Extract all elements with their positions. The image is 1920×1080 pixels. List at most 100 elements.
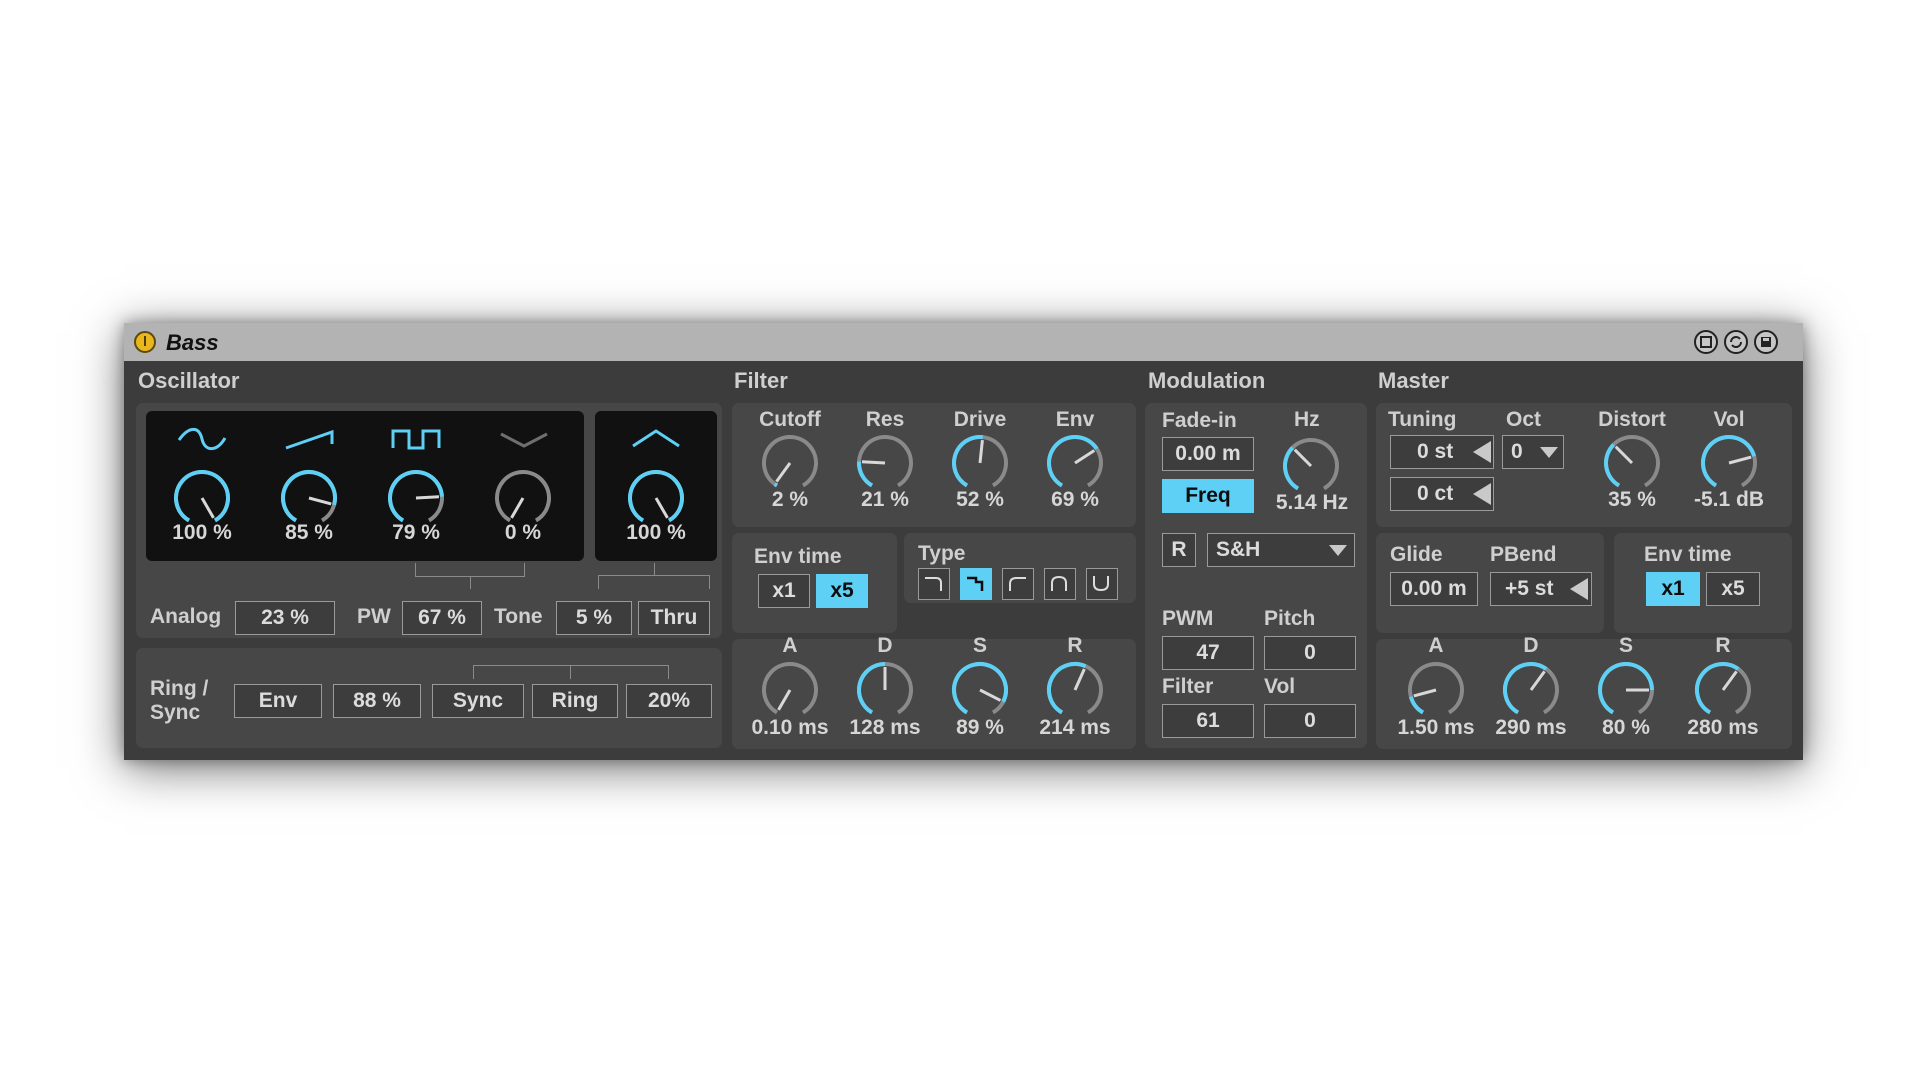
osc-level-knob-2-level-arc (281, 470, 337, 523)
lfo-rate-knob-pointer (1293, 448, 1313, 468)
filter-env-label: Env (1055, 408, 1095, 431)
amp-env-a-knob-pointer (1413, 688, 1437, 698)
ring-sync-label-2: Sync (150, 701, 201, 724)
lowpass-filter-icon[interactable] (918, 568, 950, 600)
master-section-title: Master (1378, 368, 1449, 393)
pitch-bend-label: PBend (1490, 543, 1557, 566)
filter-res-knob[interactable] (853, 431, 917, 495)
ring-amount-field[interactable]: 20% (626, 684, 712, 718)
amp-env-r-knob-level-arc (1695, 662, 1740, 715)
master-env-time-x5[interactable]: x5 (1706, 572, 1760, 606)
filter-env-d-knob[interactable] (853, 658, 917, 722)
amp-env-a-knob[interactable] (1404, 658, 1468, 722)
amp-env-s-value: 80 % (1602, 716, 1650, 739)
amp-env-r-knob[interactable] (1691, 658, 1755, 722)
osc-level-value-4: 0 % (504, 521, 542, 544)
filter-drive-knob-pointer (978, 439, 984, 464)
lowpass-24-filter-icon[interactable] (960, 568, 992, 600)
pw-bracket (415, 563, 525, 577)
filter-env-s-knob[interactable] (948, 658, 1012, 722)
tone-value-field[interactable]: 5 % (556, 601, 632, 635)
device-title-bar: Bass (124, 323, 1803, 361)
distort-knob[interactable] (1600, 431, 1664, 495)
amp-env-d-value: 290 ms (1495, 716, 1567, 739)
saw-wave-icon (285, 429, 334, 450)
filter-env-r-knob[interactable] (1043, 658, 1107, 722)
glide-value-field[interactable]: 0.00 m (1390, 572, 1478, 606)
filter-drive-knob[interactable] (948, 431, 1012, 495)
osc-level-value-2: 85 % (285, 521, 333, 544)
sub-wave-icon (632, 429, 680, 448)
device-name: Bass (166, 330, 219, 355)
filter-mod-label: Filter (1162, 675, 1214, 698)
amp-env-a-label: A (1428, 634, 1444, 657)
filter-env-knob[interactable] (1043, 431, 1107, 495)
amp-env-d-knob[interactable] (1499, 658, 1563, 722)
amp-env-s-label: S (1618, 634, 1633, 657)
pitch-label: Pitch (1264, 607, 1316, 630)
filter-type-selector (918, 568, 1128, 600)
notch-filter-icon[interactable] (1086, 568, 1118, 600)
sine-wave-icon (177, 427, 227, 451)
bandpass-filter-icon[interactable] (1044, 568, 1076, 600)
hotswap-icon[interactable] (1694, 330, 1718, 354)
filter-cutoff-knob[interactable] (758, 431, 822, 495)
lfo-freq-button[interactable]: Freq (1162, 479, 1254, 513)
filter-mod-field[interactable]: 61 (1162, 704, 1254, 738)
filter-env-r-label: R (1067, 634, 1083, 657)
pw-bracket-stem (470, 577, 471, 589)
pwm-amount-field[interactable]: 47 (1162, 636, 1254, 670)
filter-cutoff-knob-level-arc (773, 482, 779, 488)
lfo-rate-knob[interactable] (1279, 434, 1343, 498)
ring-button[interactable]: Ring (532, 684, 618, 718)
vol-mod-field[interactable]: 0 (1264, 704, 1356, 738)
filter-env-time-x5[interactable]: x5 (816, 574, 868, 608)
pitch-mod-field[interactable]: 0 (1264, 636, 1356, 670)
highpass-filter-icon[interactable] (1002, 568, 1034, 600)
amp-env-s-knob-level-arc (1598, 662, 1654, 715)
filter-env-a-knob[interactable] (758, 658, 822, 722)
thru-button[interactable]: Thru (638, 601, 710, 635)
fadein-value-field[interactable]: 0.00 m (1162, 437, 1254, 471)
amp-env-d-label: D (1523, 634, 1539, 657)
amp-env-a-value: 1.50 ms (1397, 716, 1475, 739)
amp-env-s-knob[interactable] (1594, 658, 1658, 722)
fadein-label: Fade-in (1162, 409, 1237, 432)
pw-value-field[interactable]: 67 % (402, 601, 482, 635)
ring-env-amount-field[interactable]: 88 % (333, 684, 421, 718)
amp-env-d-knob-level-arc (1503, 662, 1548, 715)
analog-value-field[interactable]: 23 % (235, 601, 335, 635)
master-volume-knob[interactable] (1697, 431, 1761, 495)
tuning-st-triangle-icon (1473, 441, 1491, 463)
ring-env-button[interactable]: Env (234, 684, 322, 718)
save-preset-icon[interactable] (1754, 330, 1778, 354)
ring-sync-label: Ring / (150, 677, 209, 700)
power-icon[interactable] (134, 331, 156, 353)
filter-env-knob-pointer (1074, 449, 1096, 465)
octave-chevron-down-icon (1540, 447, 1558, 458)
filter-res-knob-pointer (861, 460, 886, 465)
sync-button[interactable]: Sync (432, 684, 524, 718)
filter-env-time-x1[interactable]: x1 (758, 574, 810, 608)
filter-env-a-knob-track (762, 662, 818, 715)
tuning-ct-triangle-icon (1473, 483, 1491, 505)
oscillator-section-title: Oscillator (138, 368, 240, 393)
refresh-icon[interactable] (1724, 330, 1748, 354)
distort-value: 35 % (1608, 488, 1656, 511)
ring-bracket-mid (570, 665, 571, 679)
amp-env-a-knob-level-arc (1408, 696, 1425, 715)
master-env-time-x1[interactable]: x1 (1646, 572, 1700, 606)
osc-level-value-1: 100 % (172, 521, 232, 544)
filter-type-label: Type (918, 542, 966, 565)
master-volume-value: -5.1 dB (1693, 488, 1764, 511)
lfo-retrigger-button[interactable]: R (1162, 533, 1196, 567)
osc-level-knob-4-pointer (510, 497, 525, 519)
chevron-down-icon (1329, 545, 1347, 556)
synth-device: Bass Oscillator Filter Modulation Master… (124, 323, 1803, 760)
filter-env-a-label: A (782, 634, 798, 657)
osc-level-knob-2-pointer (308, 496, 332, 506)
sub-bracket-stem (654, 563, 655, 575)
osc-level-knob-4-track (495, 470, 551, 523)
sub-bracket (598, 575, 710, 589)
filter-env-value: 69 % (1051, 488, 1099, 511)
